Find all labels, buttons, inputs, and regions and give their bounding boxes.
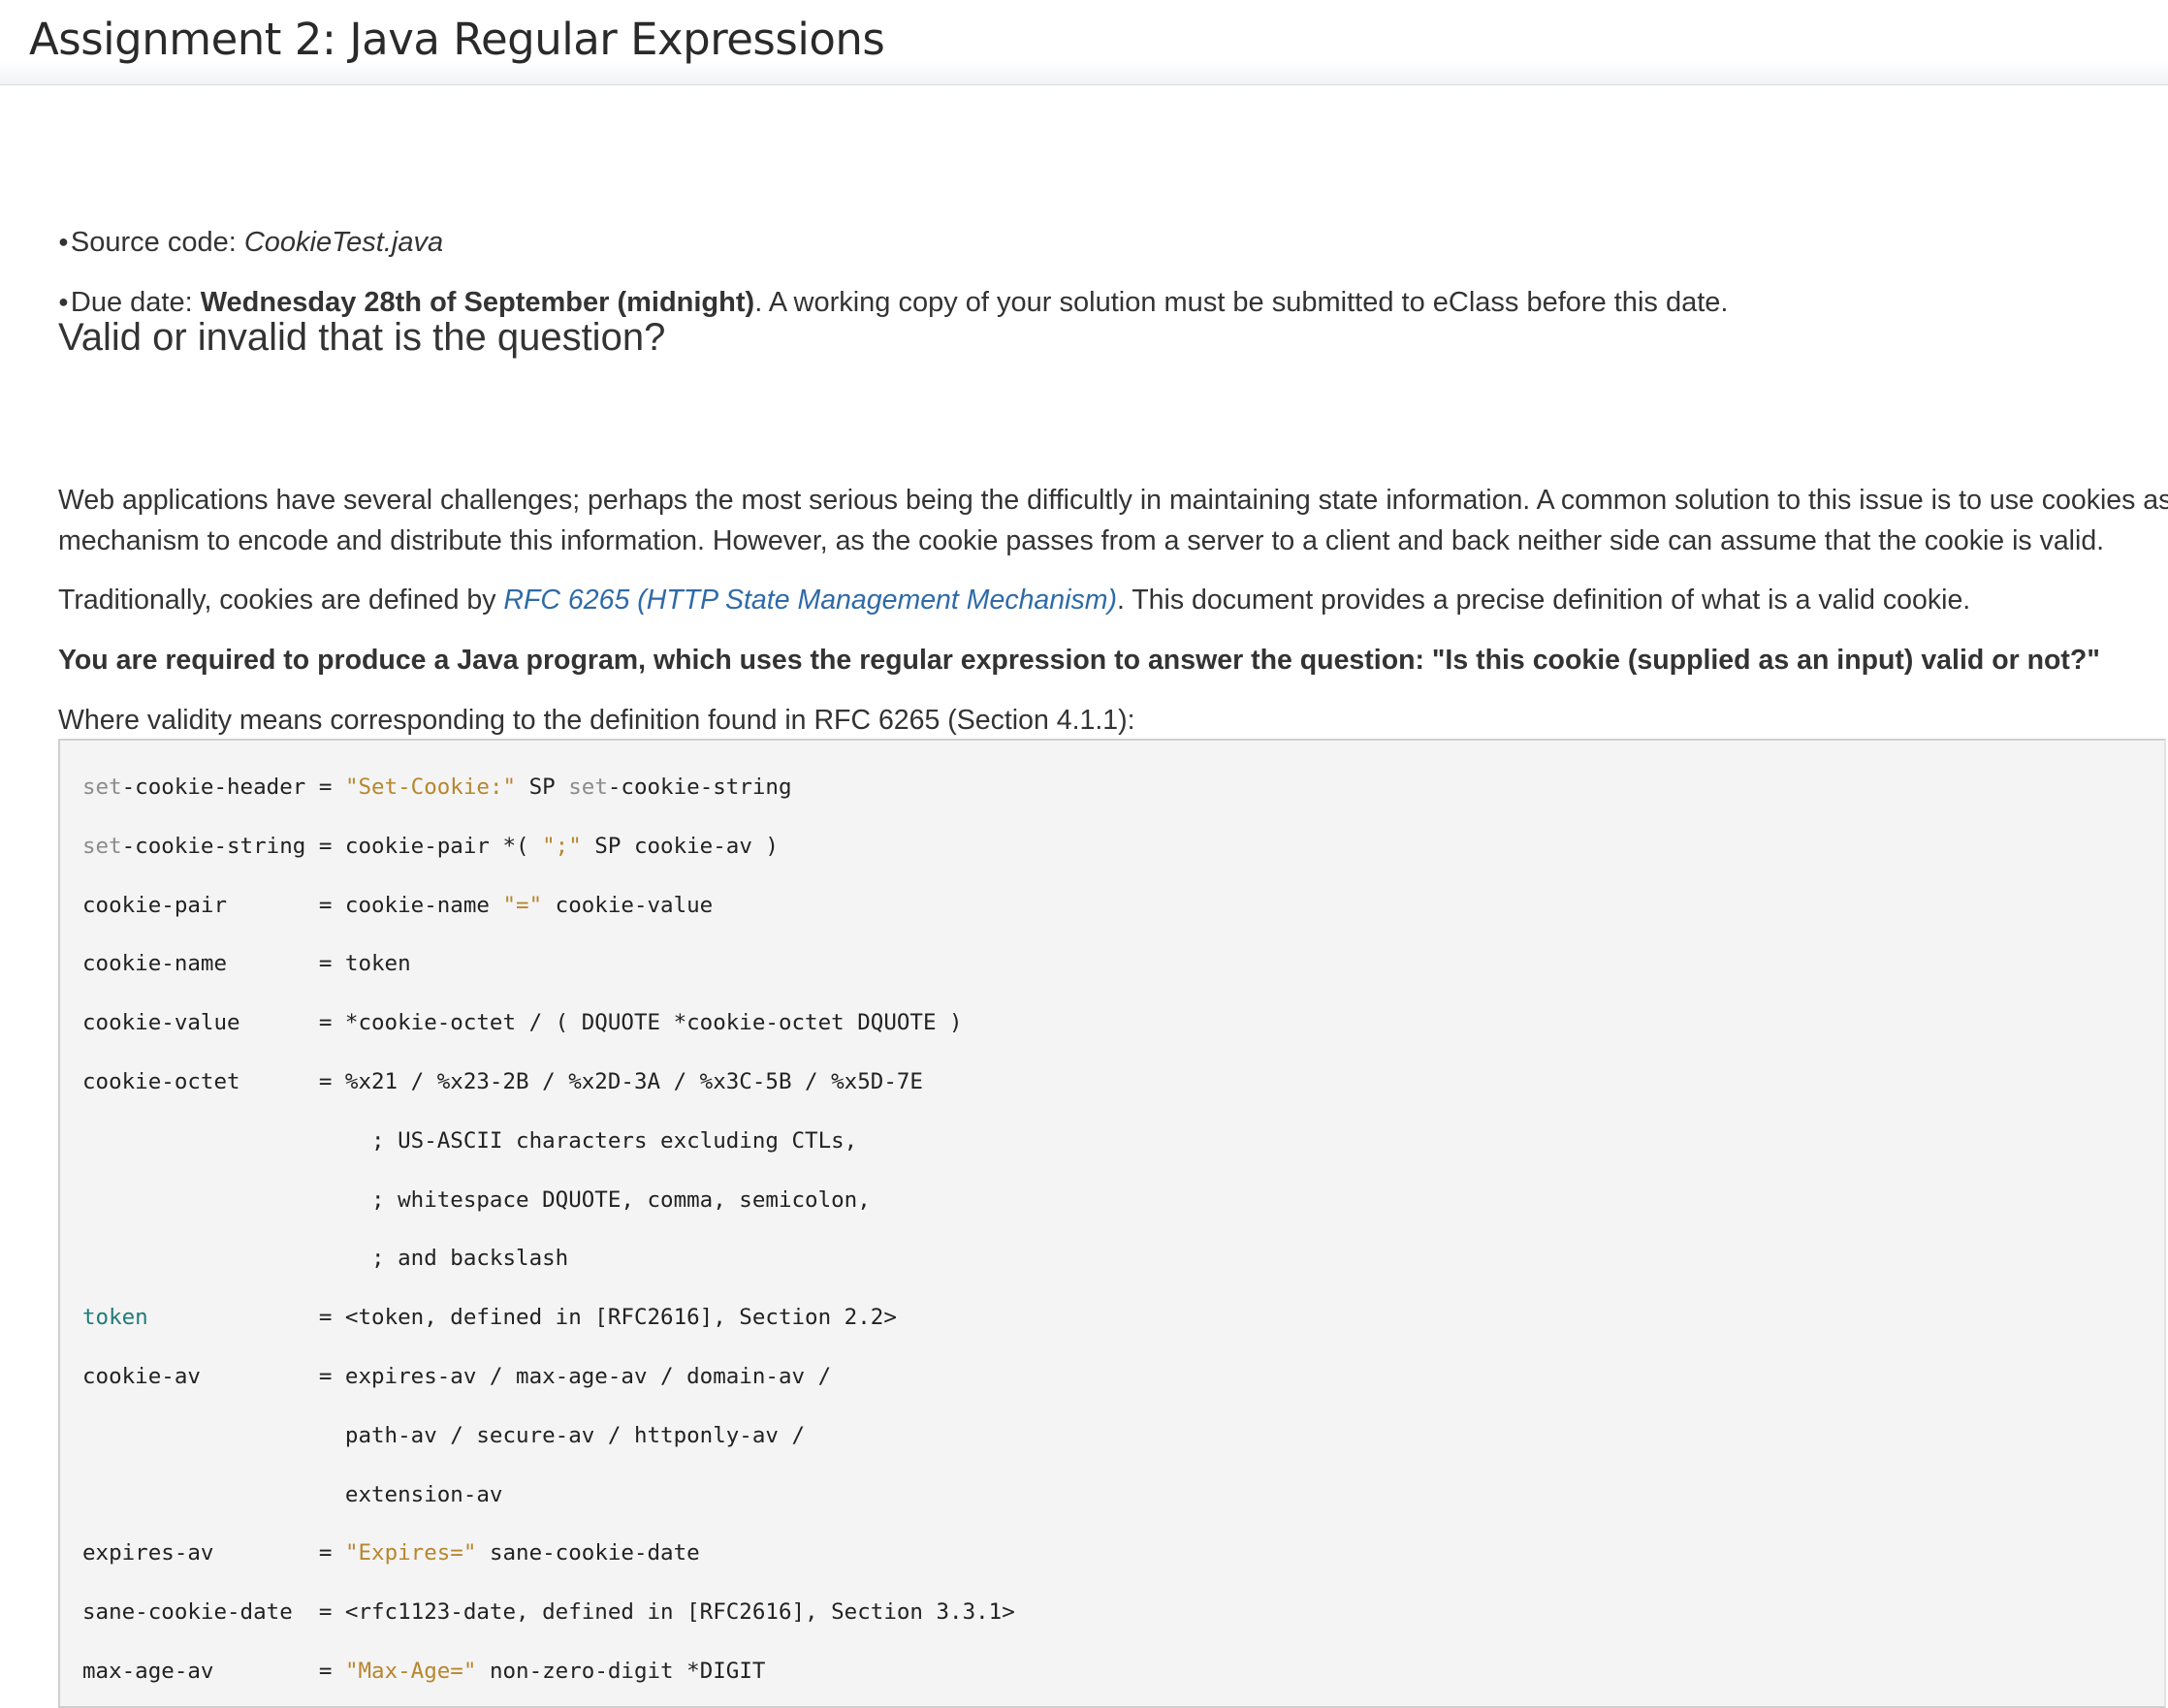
code-text: expires-av = (82, 1540, 345, 1566)
code-line: max-age-av = "Max-Age=" non-zero-digit *… (82, 1642, 2164, 1701)
validity-statement: Where validity means corresponding to th… (58, 705, 1135, 736)
code-text: SP cookie-av ) (581, 833, 779, 859)
bullet-icon: ● (58, 292, 69, 311)
code-line: token = <token, defined in [RFC2616], Se… (82, 1288, 2164, 1347)
code-text: cookie-name = token (82, 951, 411, 977)
source-code-item: ●Source code: CookieTest.java (58, 223, 443, 265)
due-note: . A working copy of your solution must b… (754, 287, 1729, 318)
code-line: cookie-pair = cookie-name "=" cookie-val… (82, 876, 2164, 935)
code-line: extension-av (82, 1466, 2164, 1525)
page-title: Assignment 2: Java Regular Expressions (29, 14, 885, 65)
code-line: ; and backslash (82, 1229, 2164, 1288)
code-text: = <token, defined in [RFC2616], Section … (147, 1305, 897, 1331)
bullet-icon: ● (58, 232, 69, 251)
code-string: "=" (502, 892, 543, 918)
code-line: set-cookie-string = cookie-pair *( ";" S… (82, 817, 2164, 876)
page-header: Assignment 2: Java Regular Expressions (0, 0, 2168, 85)
code-line: path-av / secure-av / httponly-av / (82, 1407, 2164, 1466)
code-line: sane-cookie-date = <rfc1123-date, define… (82, 1583, 2164, 1642)
code-text: ; and backslash (82, 1246, 569, 1272)
code-string: "Expires=" (344, 1540, 477, 1566)
code-line: cookie-name = token (82, 934, 2164, 994)
code-string: "Set-Cookie:" (344, 775, 517, 800)
rfc-6265-link[interactable]: RFC 6265 (HTTP State Management Mechanis… (503, 585, 1117, 616)
code-text: cookie-value = *cookie-octet / ( DQUOTE … (82, 1010, 963, 1036)
code-string: "Max-Age=" (344, 1658, 477, 1684)
code-text: path-av / secure-av / httponly-av / (82, 1422, 806, 1448)
rfc-paragraph-post: . This document provides a precise defin… (1116, 585, 1971, 616)
code-line: ; whitespace DQUOTE, comma, semicolon, (82, 1171, 2164, 1230)
source-label: Source code: (70, 227, 244, 258)
code-text: -cookie-header = (121, 775, 345, 800)
code-text: cookie-value (542, 892, 714, 918)
rfc-paragraph: Traditionally, cookies are defined by RF… (58, 580, 1970, 620)
code-keyword: set (568, 775, 608, 800)
code-line: set-cookie-header = "Set-Cookie:" SP set… (82, 758, 2164, 817)
code-token: token (82, 1305, 148, 1331)
intro-paragraph-line-2: mechanism to encode and distribute this … (58, 525, 2105, 556)
code-text: SP (516, 775, 569, 800)
code-text: cookie-octet = %x21 / %x23-2B / %x2D-3A … (82, 1068, 923, 1094)
source-file: CookieTest.java (243, 227, 444, 258)
code-keyword: set (82, 775, 122, 800)
requirement-statement: You are required to produce a Java progr… (58, 645, 2100, 676)
intro-paragraph-line-1: Web applications have several challenges… (58, 485, 2168, 516)
code-line: ; US-ASCII characters excluding CTLs, (82, 1112, 2164, 1171)
code-text: -cookie-string = cookie-pair *( (121, 833, 543, 859)
code-keyword: set (82, 833, 122, 859)
code-line: expires-av = "Expires=" sane-cookie-date (82, 1524, 2164, 1583)
code-text: extension-av (82, 1481, 503, 1507)
code-line: cookie-octet = %x21 / %x23-2B / %x2D-3A … (82, 1053, 2164, 1112)
code-text: sane-cookie-date (476, 1540, 700, 1566)
code-text: cookie-pair = cookie-name (82, 892, 503, 918)
code-line: cookie-value = *cookie-octet / ( DQUOTE … (82, 994, 2164, 1053)
abnf-code-block: set-cookie-header = "Set-Cookie:" SP set… (58, 739, 2166, 1708)
code-text: non-zero-digit *DIGIT (476, 1658, 766, 1684)
rfc-paragraph-pre: Traditionally, cookies are defined by (58, 585, 504, 616)
code-line: cookie-av = expires-av / max-age-av / do… (82, 1347, 2164, 1407)
section-heading: Valid or invalid that is the question? (58, 316, 666, 359)
code-text: sane-cookie-date = <rfc1123-date, define… (82, 1599, 1015, 1626)
code-text: cookie-av = expires-av / max-age-av / do… (82, 1363, 832, 1389)
code-text: -cookie-string (607, 775, 792, 800)
code-text: ; US-ASCII characters excluding CTLs, (82, 1127, 858, 1154)
code-string: ";" (542, 833, 582, 859)
code-text: max-age-av = (82, 1658, 345, 1684)
code-text: ; whitespace DQUOTE, comma, semicolon, (82, 1186, 871, 1213)
